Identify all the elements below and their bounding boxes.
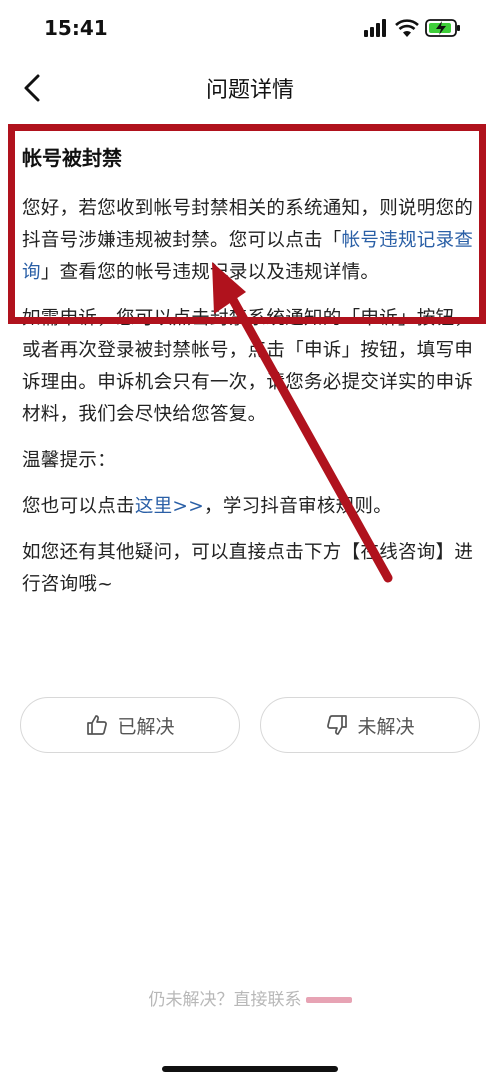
status-icons (364, 18, 464, 38)
page-title: 问题详情 (205, 78, 294, 103)
signal-icon (364, 19, 386, 37)
paragraph-4-text-b: ，学习抖音审核规则。 (204, 496, 393, 517)
paragraph-1-text-b: 」查看您的帐号违规记录以及违规详情。 (40, 262, 380, 283)
paragraph-4: 您也可以点击这里>>，学习抖音审核规则。 (22, 491, 478, 523)
nav-bar: 问题详情 (0, 58, 500, 122)
article-title: 帐号被封禁 (22, 146, 122, 170)
status-bar: 15:41 (0, 0, 500, 56)
article-content: 帐号被封禁 您好，若您收到帐号封禁相关的系统通知，则说明您的抖音号涉嫌违规被封禁… (22, 132, 478, 615)
resolved-label: 已解决 (117, 715, 175, 738)
resolved-button[interactable]: 已解决 (20, 697, 240, 753)
unresolved-button[interactable]: 未解决 (260, 697, 480, 753)
review-rules-link[interactable]: 这里>> (135, 496, 204, 517)
contact-support-tag (305, 997, 352, 1003)
battery-charging-icon (425, 19, 460, 37)
home-indicator (162, 1066, 338, 1072)
paragraph-5: 如您还有其他疑问，可以直接点击下方【在线咨询】进行咨询哦~ (22, 542, 474, 595)
wifi-icon (395, 19, 419, 37)
unresolved-label: 未解决 (357, 715, 415, 738)
tip-heading: 温馨提示： (22, 450, 117, 471)
status-time: 15:41 (44, 16, 108, 40)
contact-support-text: 仍未解决？直接联系 (148, 990, 302, 1010)
feedback-buttons: 已解决 未解决 (20, 697, 480, 753)
thumbs-up-icon (87, 715, 108, 735)
paragraph-4-text-a: 您也可以点击 (22, 496, 135, 517)
paragraph-2: 如需申诉，您可以点击封禁系统通知的「申诉」按钮，或者再次登录被封禁帐号，点击「申… (22, 308, 474, 425)
paragraph-1: 您好，若您收到帐号封禁相关的系统通知，则说明您的抖音号涉嫌违规被封禁。您可以点击… (22, 193, 478, 289)
contact-support-note[interactable]: 仍未解决？直接联系 (0, 985, 500, 1010)
thumbs-down-icon (327, 715, 348, 735)
